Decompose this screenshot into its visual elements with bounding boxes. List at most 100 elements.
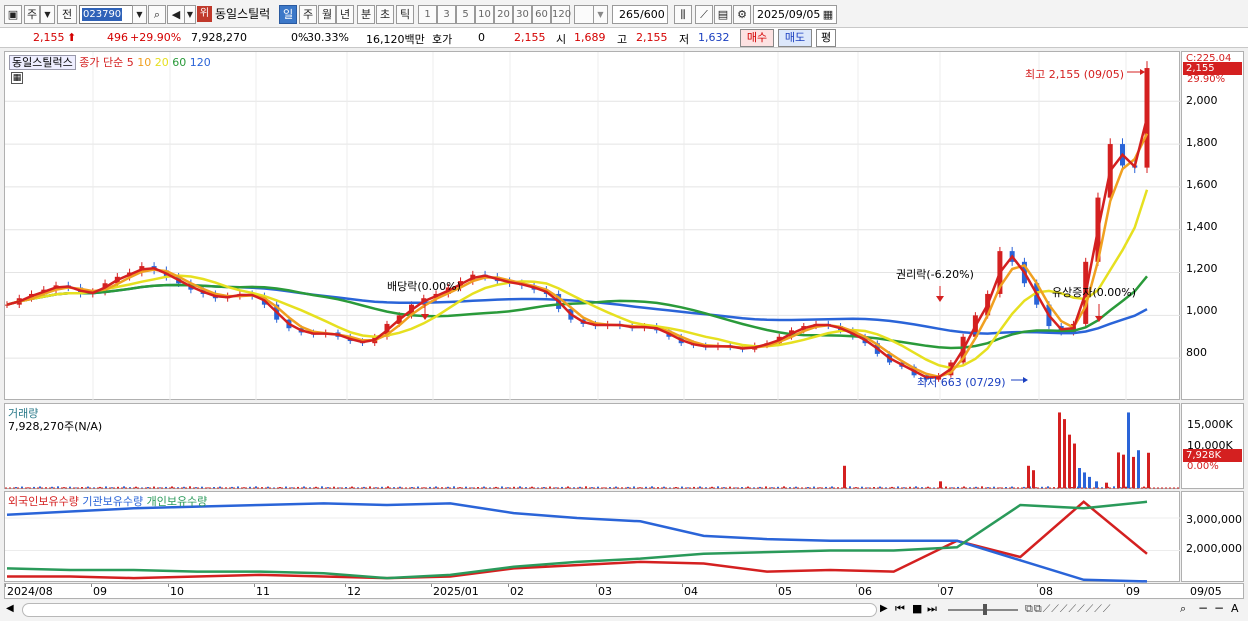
legend-ma-120: 120: [189, 56, 211, 69]
volume-bar: [537, 487, 539, 488]
table-icon[interactable]: ▦: [11, 72, 23, 84]
volume-bar: [555, 487, 557, 488]
price-tick-1200: 1,200: [1186, 262, 1218, 275]
volume-chart-panel[interactable]: 거래량 7,928,270주(N/A): [4, 403, 1181, 489]
chevron-down-icon[interactable]: ▼: [40, 5, 55, 24]
interval-tab[interactable]: 10: [475, 5, 494, 24]
gear-icon[interactable]: ⚙: [733, 5, 751, 24]
volume-bar: [897, 486, 899, 488]
date-label: 05: [778, 585, 792, 598]
volume-bar: [423, 487, 425, 488]
volume-bar: [1143, 486, 1145, 488]
interval-tab[interactable]: 30: [513, 5, 532, 24]
sell-button[interactable]: 매도: [778, 29, 812, 47]
date-label: 08: [1039, 585, 1053, 598]
period-mode-button[interactable]: 주: [24, 5, 40, 24]
rewind-icon[interactable]: ⏮: [895, 602, 905, 616]
speaker-dropdown-icon[interactable]: ▼: [184, 5, 196, 24]
period-tab[interactable]: 초: [376, 5, 394, 24]
holding-chart-panel[interactable]: 외국인보유수량 기관보유수량 개인보유수량: [4, 491, 1181, 583]
volume-spike-bar: [1127, 412, 1130, 488]
volume-spike-bar: [1105, 482, 1108, 488]
volume-legend-value: 7,928,270주(N/A): [8, 420, 103, 433]
period-tab[interactable]: 분: [357, 5, 375, 24]
zoom-out-icon[interactable]: −: [1198, 601, 1208, 615]
search-icon[interactable]: ⌕: [148, 5, 166, 24]
draw-tool-icon[interactable]: ⟋: [695, 5, 713, 24]
volume-bar: [63, 487, 65, 488]
save-icon[interactable]: ▤: [714, 5, 732, 24]
avg-button[interactable]: 평: [816, 29, 836, 47]
volume-bar: [357, 487, 359, 488]
price-chart-panel[interactable]: 동일스틸럭스 종가 단순 5 10 20 60 120 ▦ 최고 2,155 (…: [4, 51, 1181, 401]
volume-bar: [1101, 487, 1103, 488]
fast-forward-icon[interactable]: ⏭: [927, 602, 937, 616]
volume-spike-bar: [1122, 454, 1125, 488]
open-label: 시: [556, 33, 567, 46]
low-price: 1,632: [698, 31, 730, 44]
volume-bar: [255, 486, 257, 488]
volume-bar: [411, 487, 413, 488]
scroll-left-icon[interactable]: ◀: [6, 603, 14, 614]
interval-dropdown-icon[interactable]: ▼: [593, 5, 608, 24]
period-tab[interactable]: 일: [279, 5, 297, 24]
period-tab[interactable]: 틱: [396, 5, 414, 24]
interval-tab[interactable]: 20: [494, 5, 513, 24]
interval-tab[interactable]: 3: [437, 5, 456, 24]
period-tab[interactable]: 주: [299, 5, 317, 24]
date-axis: 2024/08 09 10 11 12 2025/01 02 03 04 05 06 07 08 09 09…: [4, 583, 1244, 599]
holding-tick-2000000: 2,000,000: [1186, 542, 1242, 555]
date-tick: [596, 584, 597, 587]
volume-bar: [849, 486, 851, 488]
volume-bar: [819, 487, 821, 488]
candle-count-field[interactable]: 265/600: [612, 5, 668, 24]
date-tick: [938, 584, 939, 587]
price-legend: 동일스틸럭스 종가 단순 5 10 20 60 120: [9, 54, 211, 70]
holding-tick-3000000: 3,000,000: [1186, 513, 1242, 526]
calendar-icon[interactable]: ▦: [820, 6, 836, 23]
volume-bar: [225, 487, 227, 488]
candle-type-icon[interactable]: ⫼: [674, 5, 692, 24]
speaker-icon[interactable]: ◀: [167, 5, 185, 24]
volume-spike-bar: [1095, 481, 1098, 488]
interval-tab[interactable]: 1: [418, 5, 437, 24]
interval-tab[interactable]: 60: [532, 5, 551, 24]
volume-bar: [273, 487, 275, 488]
code-dropdown-icon[interactable]: ▼: [132, 5, 147, 24]
price-chart-svg: [5, 52, 1181, 401]
current-pct-tag: 29.90%: [1187, 74, 1226, 85]
scroll-track[interactable]: [22, 603, 877, 617]
zoom-search-icon[interactable]: ⌕: [1180, 602, 1186, 616]
period-tab[interactable]: 년: [336, 5, 354, 24]
date-label: 09: [93, 585, 107, 598]
prev-button[interactable]: 전: [57, 5, 77, 24]
volume-bar: [123, 486, 125, 488]
interval-tab[interactable]: 120: [551, 5, 571, 24]
volume-bar: [1011, 486, 1013, 488]
chart-scroll-bar[interactable]: ◀ ▶ ⏮ ■ ⏭ ⧉⧉⟋⟋⟋⟋⟋⟋⟋⟋ ⌕ − − A: [0, 600, 1248, 621]
interval-tab[interactable]: 5: [456, 5, 475, 24]
price-axis: C:225.04 2,155 29.90% 2,000 1,800 1,600 …: [1181, 51, 1244, 400]
volume-bar: [789, 487, 791, 488]
volume-bar: [945, 486, 947, 488]
legend-ma-5: 5: [126, 56, 134, 69]
buy-button[interactable]: 매수: [740, 29, 774, 47]
zoom-slider-handle[interactable]: [983, 604, 987, 615]
volume-bar: [441, 487, 443, 488]
volume-bar: [189, 486, 191, 488]
volume-bar: [501, 486, 503, 488]
volume-spike-bar: [843, 465, 846, 488]
window-layout-icon[interactable]: ▣: [4, 5, 22, 24]
volume-bar: [729, 486, 731, 488]
period-tab[interactable]: 월: [318, 5, 336, 24]
play-icon[interactable]: ▶: [880, 603, 888, 614]
high-arrow-head: [1140, 69, 1145, 75]
zoom-reset-icon[interactable]: −: [1214, 601, 1224, 615]
volume-bar: [399, 486, 401, 488]
font-size-icon[interactable]: A: [1231, 602, 1239, 615]
volume-bar: [489, 487, 491, 488]
stop-icon[interactable]: ■: [912, 602, 922, 615]
legend-individual: 개인보유수량: [146, 495, 208, 508]
current-price: 2,155: [33, 31, 65, 44]
chart-tool-icons[interactable]: ⧉⧉⟋⟋⟋⟋⟋⟋⟋⟋: [1025, 602, 1111, 616]
